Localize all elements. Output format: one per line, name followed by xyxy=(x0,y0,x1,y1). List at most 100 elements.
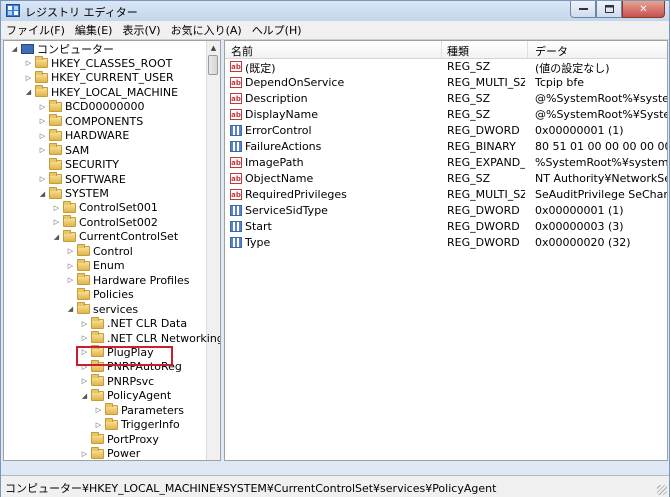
tree-node[interactable]: ▷ .NET CLR Data xyxy=(80,316,187,331)
title-bar[interactable]: レジストリ エディター ✕ xyxy=(1,1,669,21)
menu-view[interactable]: 表示(V) xyxy=(117,22,165,38)
tree-node[interactable]: ▷ BCD00000000 xyxy=(38,99,145,114)
tree-node[interactable]: ▷ PNRPsvc xyxy=(80,374,154,388)
tree-node[interactable]: SECURITY xyxy=(38,157,119,172)
tree-node[interactable]: ▷ Hardware Profiles xyxy=(66,273,190,287)
tree-node[interactable]: ◢ SYSTEM xyxy=(38,186,109,201)
value-type: REG_DWORD xyxy=(447,220,520,233)
tree-node[interactable]: ▷ HKEY_CURRENT_USER xyxy=(24,70,174,85)
collapse-arrow-icon[interactable]: ◢ xyxy=(10,45,19,53)
expand-arrow-icon[interactable]: ▷ xyxy=(24,59,33,67)
expand-arrow-icon[interactable]: ▷ xyxy=(80,334,89,342)
tree-node[interactable]: ▷ ControlSet002 xyxy=(52,215,158,229)
expand-arrow-icon[interactable]: ▷ xyxy=(66,262,75,270)
value-row[interactable]: abDisplayName REG_SZ @%SystemRoot%¥System3… xyxy=(225,107,667,123)
tree-node[interactable]: ▷ Enum xyxy=(66,258,125,273)
collapse-arrow-icon[interactable]: ◢ xyxy=(80,392,89,400)
value-data: @%SystemRoot%¥system32¥ xyxy=(535,92,667,105)
value-data: 0x00000001 (1) xyxy=(535,124,624,137)
tree-node[interactable]: ◢ コンピューター xyxy=(10,42,114,56)
menu-file[interactable]: ファイル(F) xyxy=(1,22,70,38)
tree-node[interactable]: ◢ PolicyAgent xyxy=(80,388,172,403)
value-row[interactable]: ab (既定) REG_SZ (値の設定なし) xyxy=(225,59,667,75)
values-list-pane[interactable]: 名前 種類 データ ab (既定) REG_SZ (値の設定なし) ab DependOn… xyxy=(224,40,668,461)
expand-arrow-icon[interactable]: ▷ xyxy=(94,421,103,429)
collapse-arrow-icon[interactable]: ◢ xyxy=(24,88,33,96)
expand-arrow-icon[interactable]: ▷ xyxy=(80,450,89,458)
tree-node-label: services xyxy=(93,302,139,316)
expand-arrow-icon[interactable]: ▷ xyxy=(38,117,47,125)
tree-scrollbar[interactable]: ▲ xyxy=(206,41,220,460)
tree-node[interactable]: ◢ services xyxy=(66,302,138,316)
folder-icon xyxy=(35,70,48,83)
value-name: Description xyxy=(245,92,308,105)
value-name: ErrorControl xyxy=(245,124,312,137)
value-name: ObjectName xyxy=(245,172,314,185)
tree-node[interactable]: ▷ COMPONENTS xyxy=(38,114,143,128)
column-header-data[interactable]: データ xyxy=(535,43,568,59)
expand-arrow-icon[interactable]: ▷ xyxy=(52,218,61,226)
resize-grip-icon[interactable] xyxy=(657,485,667,495)
tree-node-label: SECURITY xyxy=(65,158,119,172)
value-row[interactable]: FailureActions REG_BINARY 80 51 01 00 00 0… xyxy=(225,139,667,155)
expand-arrow-icon[interactable]: ▷ xyxy=(38,132,47,140)
folder-icon xyxy=(91,446,104,459)
tree-node[interactable]: ▷ Power xyxy=(80,446,140,460)
value-row[interactable]: ab DependOnService REG_MULTI_SZ Tcpip bfe xyxy=(225,75,667,91)
value-row[interactable]: ServiceSidType REG_DWORD 0x00000001 (1) xyxy=(225,203,667,219)
folder-icon xyxy=(49,128,62,141)
expand-arrow-icon[interactable]: ▷ xyxy=(66,247,75,255)
scroll-up-icon[interactable]: ▲ xyxy=(207,41,220,54)
value-row[interactable]: ab RequiredPrivileges REG_MULTI_SZ SeAuditP… xyxy=(225,187,667,203)
value-data: 0x00000001 (1) xyxy=(535,204,624,217)
registry-tree-pane[interactable]: ▲ ◢ コンピューター ▷ HKEY_CLASSES_ROOT ▷ HKEY_CURREN… xyxy=(3,40,221,461)
minimize-button[interactable] xyxy=(570,1,596,18)
close-button[interactable]: ✕ xyxy=(622,1,665,18)
tree-node[interactable]: ▷ ControlSet001 xyxy=(52,200,158,215)
tree-node[interactable]: ▷ .NET CLR Networking xyxy=(80,331,220,345)
menu-help[interactable]: ヘルプ(H) xyxy=(247,22,307,38)
tree-node[interactable]: ▷ SAM xyxy=(38,143,89,157)
tree-node[interactable]: PortProxy xyxy=(80,432,159,446)
folder-icon xyxy=(49,172,62,185)
tree-node[interactable]: ▷ SOFTWARE xyxy=(38,172,126,186)
expand-arrow-icon[interactable]: ▷ xyxy=(80,320,89,328)
expand-arrow-icon[interactable]: ▷ xyxy=(38,175,47,183)
collapse-arrow-icon[interactable]: ◢ xyxy=(52,233,61,241)
tree-node-label: PolicyAgent xyxy=(107,389,172,403)
tree-node[interactable]: ▷ TriggerInfo xyxy=(94,417,180,432)
tree-node[interactable]: ▷ HKEY_CLASSES_ROOT xyxy=(24,56,172,70)
column-header-type[interactable]: 種類 xyxy=(447,43,469,59)
collapse-arrow-icon[interactable]: ◢ xyxy=(66,305,75,313)
expand-arrow-icon[interactable]: ▷ xyxy=(94,406,103,414)
value-row[interactable]: Type REG_DWORD 0x00000020 (32) xyxy=(225,235,667,251)
value-row[interactable]: abImagePath REG_EXPAND_SZ %SystemRoot%¥sys… xyxy=(225,155,667,171)
collapse-arrow-icon[interactable]: ◢ xyxy=(38,190,47,198)
expand-arrow-icon[interactable]: ▷ xyxy=(52,204,61,212)
tree-node[interactable]: Policies xyxy=(66,287,134,302)
menu-favorites[interactable]: お気に入り(A) xyxy=(166,22,247,38)
expand-arrow-icon[interactable]: ▷ xyxy=(80,377,89,385)
tree-node[interactable]: ▷ Parameters xyxy=(94,403,184,417)
binary-value-icon xyxy=(230,237,242,248)
column-header-name[interactable]: 名前 xyxy=(231,43,253,59)
expand-arrow-icon[interactable]: ▷ xyxy=(38,103,47,111)
tree-node[interactable]: ▷ Control xyxy=(66,244,133,258)
value-row[interactable]: abObjectName REG_SZ NT Authority¥NetworkSe… xyxy=(225,171,667,187)
expand-arrow-icon[interactable]: ▷ xyxy=(66,276,75,284)
menu-edit[interactable]: 編集(E) xyxy=(70,22,118,38)
value-name: FailureActions xyxy=(245,140,322,153)
maximize-button[interactable] xyxy=(596,1,622,18)
folder-icon xyxy=(91,432,104,445)
tree-node-label: HKEY_CURRENT_USER xyxy=(51,71,174,85)
tree-node[interactable]: ◢ CurrentControlSet xyxy=(52,229,178,244)
expand-arrow-icon[interactable]: ▷ xyxy=(24,74,33,82)
tree-node[interactable]: ◢ HKEY_LOCAL_MACHINE xyxy=(24,85,178,99)
scroll-thumb[interactable] xyxy=(208,55,218,75)
value-row[interactable]: Start REG_DWORD 0x00000003 (3) xyxy=(225,219,667,235)
value-row[interactable]: abDescription REG_SZ @%SystemRoot%¥system3… xyxy=(225,91,667,107)
value-row[interactable]: ErrorControl REG_DWORD 0x00000001 (1) xyxy=(225,123,667,139)
tree-node[interactable]: ▷ HARDWARE xyxy=(38,128,129,143)
tree-node-label: BCD00000000 xyxy=(65,100,145,114)
expand-arrow-icon[interactable]: ▷ xyxy=(38,146,47,154)
